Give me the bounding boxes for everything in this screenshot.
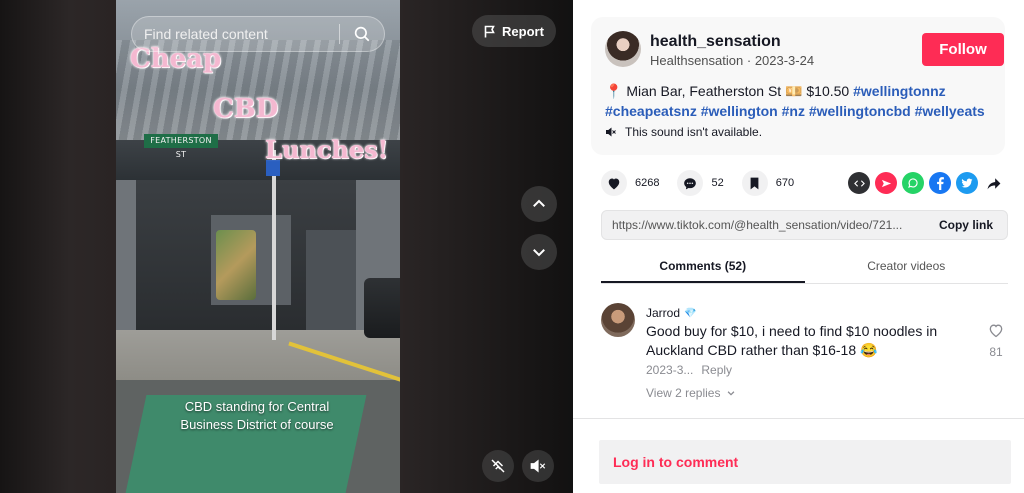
comment-count: 52 <box>711 177 724 189</box>
comment-meta: 2023-3... Reply <box>646 363 732 377</box>
author-nickname: Healthsensation <box>650 53 744 68</box>
video-overlay-text-lunches: Lunches! <box>265 135 389 165</box>
chevron-up-icon <box>533 199 545 207</box>
send-icon[interactable] <box>875 172 897 194</box>
scene-car <box>364 278 400 338</box>
subline-separator: · <box>746 53 755 68</box>
next-video-button[interactable] <box>521 234 557 270</box>
heart-outline-icon[interactable] <box>988 323 1004 338</box>
facebook-icon[interactable] <box>929 172 951 194</box>
scene-sign-pole <box>272 150 276 340</box>
panel-tabs: Comments (52) Creator videos <box>601 250 1008 284</box>
details-panel: health_sensation Healthsensation · 2023-… <box>573 0 1024 493</box>
copy-link-button[interactable]: Copy link <box>925 218 1007 232</box>
diamond-badge-icon: 💎 <box>684 307 697 319</box>
location-pin-emoji: 📍 <box>605 83 623 99</box>
share-arrow-icon[interactable] <box>983 172 1005 194</box>
description-card: health_sensation Healthsensation · 2023-… <box>591 17 1005 155</box>
author-username[interactable]: health_sensation <box>650 33 781 51</box>
comment-like-count: 81 <box>989 345 1003 359</box>
tab-comments[interactable]: Comments (52) <box>601 250 805 283</box>
hashtag-link[interactable]: #wellingtoncbd <box>809 103 911 119</box>
author-subline: Healthsensation · 2023-3-24 <box>650 53 814 68</box>
description-text: Mian Bar, Featherston St 💴 $10.50 <box>622 83 854 99</box>
hashtag-link[interactable]: #nz <box>782 103 805 119</box>
report-button[interactable]: Report <box>472 15 556 47</box>
post-date: 2023-3-24 <box>754 53 815 68</box>
mute-button[interactable] <box>522 450 554 482</box>
chevron-down-icon <box>533 249 545 257</box>
chevron-down-icon <box>728 391 735 396</box>
floating-player-icon <box>491 459 505 473</box>
video-blur-background-left <box>0 0 116 493</box>
muted-speaker-icon <box>530 459 546 473</box>
related-content-search[interactable]: Find related content <box>131 16 385 52</box>
search-icon <box>354 26 370 42</box>
share-link-url[interactable]: https://www.tiktok.com/@health_sensation… <box>602 218 925 232</box>
commenter-username[interactable]: Jarrod <box>646 306 680 320</box>
comment-footer: Log in to comment <box>573 418 1024 493</box>
flag-icon <box>484 25 495 37</box>
floating-player-button[interactable] <box>482 450 514 482</box>
follow-button[interactable]: Follow <box>922 33 1004 66</box>
search-placeholder[interactable]: Find related content <box>144 26 339 42</box>
comment-like[interactable]: 81 <box>981 323 1011 359</box>
share-link-box: https://www.tiktok.com/@health_sensation… <box>601 210 1008 240</box>
like-count: 6268 <box>635 177 660 189</box>
bookmark-icon[interactable] <box>741 170 768 196</box>
view-replies-button[interactable]: View 2 replies <box>646 386 736 400</box>
engagement-actions: 6268 52 670 <box>601 170 812 196</box>
sound-unavailable-text: This sound isn't available. <box>625 125 763 139</box>
street-sign: FEATHERSTON ST <box>144 134 218 159</box>
video-overlay-text-cbd: CBD <box>213 94 279 125</box>
save-count: 670 <box>775 177 795 189</box>
sound-info: This sound isn't available. <box>605 125 762 139</box>
search-button[interactable] <box>340 16 384 52</box>
muted-speaker-icon <box>606 127 616 137</box>
hashtag-link[interactable]: #cheapeatsnz <box>605 103 697 119</box>
commenter-name-row: Jarrod 💎 <box>646 306 696 320</box>
share-buttons <box>848 172 1005 194</box>
heart-icon[interactable] <box>601 170 627 196</box>
reply-button[interactable]: Reply <box>701 363 732 377</box>
twitter-icon[interactable] <box>956 172 978 194</box>
tab-creator-videos[interactable]: Creator videos <box>805 250 1009 283</box>
hashtag-link[interactable]: #wellyeats <box>915 103 985 119</box>
previous-video-button[interactable] <box>521 186 557 222</box>
comment-icon[interactable] <box>677 170 704 196</box>
scene-door <box>306 230 356 330</box>
hashtag-link[interactable]: #wellington <box>701 103 778 119</box>
save-action[interactable]: 670 <box>741 170 795 196</box>
comment-text: Good buy for $10, i need to find $10 noo… <box>646 323 938 358</box>
hashtag-link[interactable]: #wellingtonnz <box>853 83 946 99</box>
video-caption: CBD standing for Central Business Distri… <box>180 399 334 432</box>
comment-date: 2023-3... <box>646 363 694 377</box>
video-player[interactable]: FEATHERSTON ST Cheap CBD Lunches! Find r… <box>0 0 573 493</box>
scene-mural <box>216 230 256 300</box>
whatsapp-icon[interactable] <box>902 172 924 194</box>
video-description: 📍 Mian Bar, Featherston St 💴 $10.50 #wel… <box>605 81 995 121</box>
comment-action[interactable]: 52 <box>677 170 724 196</box>
view-replies-label: View 2 replies <box>646 386 721 400</box>
report-label: Report <box>502 23 544 39</box>
author-avatar[interactable] <box>605 31 641 67</box>
like-action[interactable]: 6268 <box>601 170 659 196</box>
login-to-comment-box[interactable]: Log in to comment <box>599 440 1011 484</box>
embed-icon[interactable] <box>848 172 870 194</box>
login-to-comment-link[interactable]: Log in to comment <box>613 454 738 470</box>
commenter-avatar[interactable] <box>601 303 635 337</box>
